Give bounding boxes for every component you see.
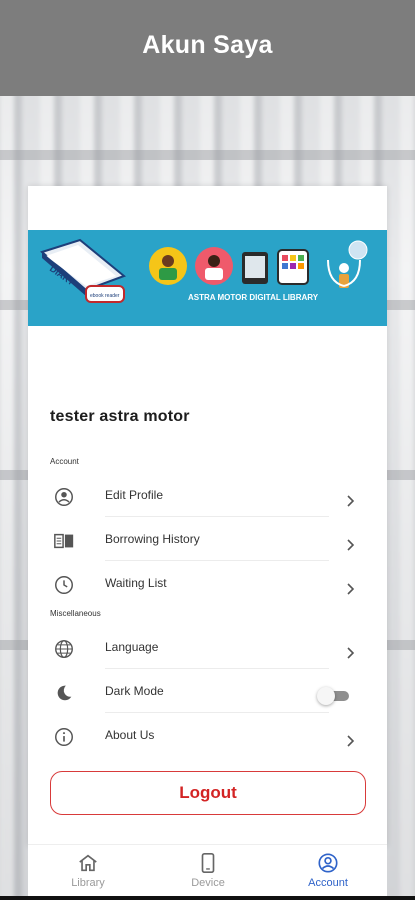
chevron-right-icon [347, 495, 355, 507]
bottom-navigation: Library Device Account [28, 844, 387, 896]
nav-item-library[interactable]: Library [28, 845, 148, 897]
menu-item-edit-profile[interactable]: Edit Profile [28, 482, 387, 526]
menu-label-language: Language [105, 640, 159, 654]
menu-item-borrowing-history[interactable]: Borrowing History [28, 526, 387, 570]
chevron-right-icon [347, 735, 355, 747]
nav-label-device: Device [191, 877, 225, 889]
svg-text:ASTRA MOTOR DIGITAL LIBRARY: ASTRA MOTOR DIGITAL LIBRARY [188, 293, 319, 302]
menu-item-language[interactable]: Language [28, 634, 387, 678]
logout-button[interactable]: Logout [50, 771, 366, 815]
toggle-knob [317, 687, 335, 705]
nav-item-account[interactable]: Account [268, 845, 388, 897]
dark-mode-toggle[interactable] [317, 687, 353, 705]
menu-item-waiting-list[interactable]: Waiting List [28, 570, 387, 614]
menu-item-about-us[interactable]: About Us [28, 722, 387, 766]
chevron-right-icon [347, 539, 355, 551]
svg-text:ebook reader: ebook reader [90, 293, 120, 299]
divider [105, 712, 329, 713]
account-circle-icon [318, 853, 338, 873]
section-label-account: Account [50, 457, 79, 466]
diary-logo-icon: DIARY ebook reader [39, 238, 126, 303]
logout-label: Logout [179, 783, 237, 802]
page-title: Akun Saya [142, 30, 273, 59]
account-card: DIARY ebook reader ASTRA MOTOR DIGITAL L… [28, 186, 387, 846]
banner-illustration: DIARY ebook reader ASTRA MOTOR DIGITAL L… [39, 238, 368, 303]
chevron-right-icon [347, 647, 355, 659]
home-icon [79, 854, 97, 872]
clock-icon [55, 576, 73, 594]
nav-item-device[interactable]: Device [148, 845, 268, 897]
divider [105, 668, 329, 669]
divider [105, 516, 329, 517]
menu-label-dark-mode: Dark Mode [105, 684, 164, 698]
nav-label-account: Account [308, 877, 348, 889]
moon-icon [57, 685, 72, 701]
menu-item-dark-mode: Dark Mode [28, 678, 387, 722]
menu-label-edit-profile: Edit Profile [105, 488, 164, 502]
account-circle-icon [55, 488, 73, 506]
menu-label-about-us: About Us [105, 728, 155, 742]
system-bar [0, 896, 415, 900]
nav-label-library: Library [71, 877, 105, 889]
section-label-misc: Miscellaneous [50, 609, 101, 618]
library-banner: DIARY ebook reader ASTRA MOTOR DIGITAL L… [28, 230, 387, 326]
globe-icon [55, 640, 73, 658]
menu-label-borrowing-history: Borrowing History [105, 532, 200, 546]
divider [105, 560, 329, 561]
info-icon [55, 728, 73, 746]
shelf-decoration [0, 150, 415, 160]
app-header: Akun Saya [0, 0, 415, 96]
phone-icon [201, 853, 215, 873]
user-name: tester astra motor [50, 408, 190, 425]
chevron-right-icon [347, 583, 355, 595]
menu-label-waiting-list: Waiting List [105, 576, 167, 590]
book-open-icon [54, 533, 74, 549]
